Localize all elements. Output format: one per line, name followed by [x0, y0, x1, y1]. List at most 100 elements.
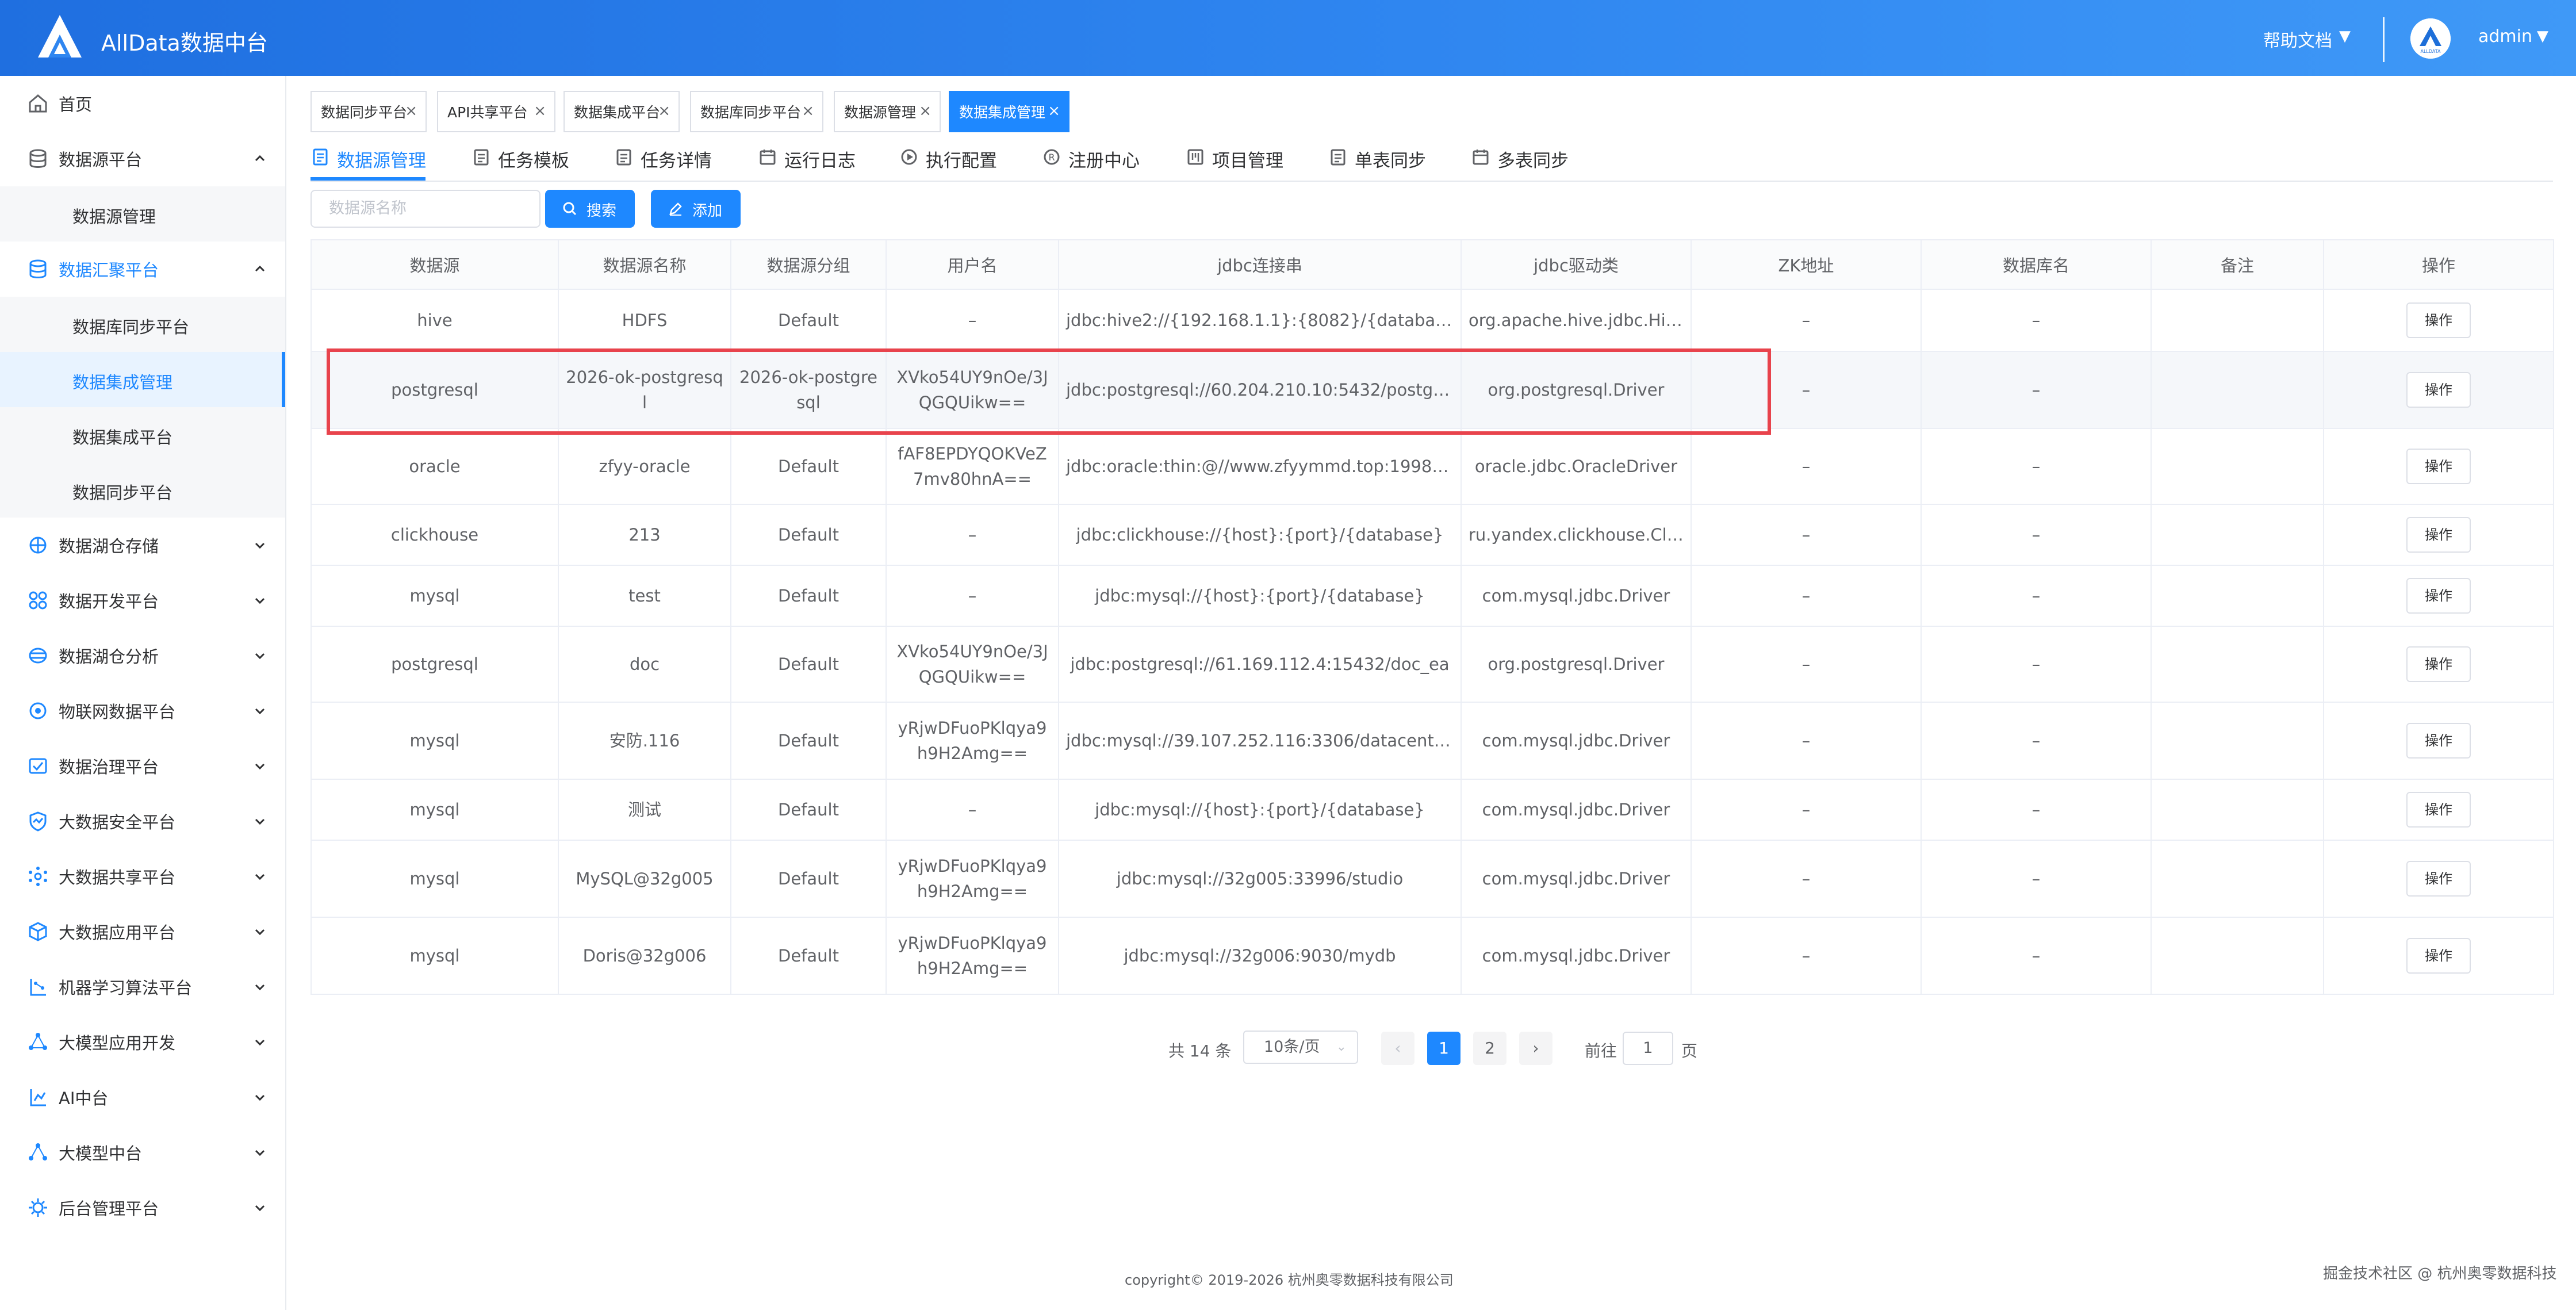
sidebar-item-ai[interactable]: AI中台 [0, 1070, 285, 1125]
row-action-button[interactable]: 操作 [2406, 517, 2471, 553]
chevron-up-icon [255, 265, 265, 272]
header-datasource: 数据源 [310, 239, 559, 290]
chevron-down-icon [255, 763, 265, 770]
close-icon[interactable]: × [919, 102, 931, 120]
row-action-button[interactable]: 操作 [2406, 861, 2471, 897]
sidebar-item-db-sync[interactable]: 数据库同步平台 [0, 297, 285, 352]
table-cell: org.postgresql.Driver [1460, 351, 1692, 429]
close-icon[interactable]: × [802, 102, 814, 120]
table-cell: Default [730, 289, 887, 352]
table-cell: HDFS [558, 289, 731, 352]
sidebar-item-sync-platform[interactable]: 数据同步平台 [0, 462, 285, 518]
close-icon[interactable]: × [658, 102, 670, 120]
page-1-button[interactable]: 1 [1427, 1032, 1460, 1065]
sidebar-item-dev-platform[interactable]: 数据开发平台 [0, 573, 285, 628]
sidebar-item-security[interactable]: 大数据安全平台 [0, 794, 285, 849]
table-cell-actions: 操作 [2323, 840, 2554, 918]
sidebar-item-label: 大数据应用平台 [59, 923, 176, 943]
admin-icon [29, 1198, 47, 1217]
sidebar-item-lakehouse-analysis[interactable]: 数据湖仓分析 [0, 628, 285, 683]
tag-sync-platform[interactable]: 数据同步平台 × [310, 91, 427, 132]
row-action-button[interactable]: 操作 [2406, 792, 2471, 828]
tag-api-share[interactable]: API共享平台 × [437, 91, 555, 132]
table-cell: 213 [558, 504, 731, 566]
table-cell-actions: 操作 [2323, 351, 2554, 429]
sidebar-item-integration-platform[interactable]: 数据集成平台 [0, 407, 285, 462]
page-size-select[interactable]: 10条/页 ⌄ [1243, 1031, 1358, 1064]
table-cell: oracle.jdbc.OracleDriver [1460, 428, 1692, 505]
watermark-text: 掘金技术社区 @ 杭州奥零数据科技 [2323, 1265, 2557, 1282]
sidebar-item-governance[interactable]: 数据治理平台 [0, 738, 285, 794]
table-cell: com.mysql.jdbc.Driver [1460, 565, 1692, 627]
sidebar-item-llm-dev[interactable]: 大模型应用开发 [0, 1014, 285, 1070]
tag-integration-manage[interactable]: 数据集成管理 × [949, 91, 1070, 132]
prev-page-button[interactable]: ‹ [1381, 1032, 1414, 1065]
sidebar-item-llm-platform[interactable]: 大模型中台 [0, 1125, 285, 1180]
table-cell: hive [310, 289, 559, 352]
sidebar-item-application[interactable]: 大数据应用平台 [0, 904, 285, 959]
sidebar-item-iot[interactable]: 物联网数据平台 [0, 683, 285, 738]
table-header-row: 数据源 数据源名称 数据源分组 用户名 jdbc连接串 jdbc驱动类 ZK地址… [310, 239, 2554, 290]
table-cell [2150, 351, 2324, 429]
row-action-button[interactable]: 操作 [2406, 372, 2471, 408]
table-cell: yRjwDFuoPKlqya9h9H2Amg== [885, 917, 1059, 995]
sidebar-item-label: 数据库同步平台 [72, 317, 190, 337]
sidebar-item-share[interactable]: 大数据共享平台 [0, 849, 285, 904]
sidebar-item-datasource-platform[interactable]: 数据源平台 [0, 131, 285, 186]
add-button[interactable]: 添加 [651, 190, 741, 228]
table-cell [2150, 565, 2324, 627]
table-cell: fAF8EPDYQOKVeZ7mv80hnA== [885, 428, 1059, 505]
chevron-down-icon [255, 708, 265, 715]
row-action-button[interactable]: 操作 [2406, 578, 2471, 614]
goto-page-input[interactable]: 1 [1623, 1032, 1673, 1065]
header-jdbc-url: jdbc连接串 [1058, 239, 1462, 290]
sidebar-item-ml[interactable]: 机器学习算法平台 [0, 959, 285, 1014]
table-cell-actions: 操作 [2323, 504, 2554, 566]
close-icon[interactable]: × [1048, 102, 1060, 120]
user-dropdown-icon[interactable]: ▼ [2537, 28, 2548, 45]
header-jdbc-driver: jdbc驱动类 [1460, 239, 1692, 290]
tag-db-sync[interactable]: 数据库同步平台 × [690, 91, 823, 132]
header-db-name: 数据库名 [1920, 239, 2152, 290]
next-page-button[interactable]: › [1519, 1032, 1552, 1065]
table-cell: MySQL@32g005 [558, 840, 731, 918]
sidebar: 首页 数据源平台 数据源管理 数据汇聚平台 数据库同步平台 数据集成管理 数据集… [0, 76, 286, 1310]
tag-integration-platform[interactable]: 数据集成平台 × [564, 91, 680, 132]
help-docs-link[interactable]: 帮助文档 [2263, 26, 2332, 52]
page-2-button[interactable]: 2 [1473, 1032, 1506, 1065]
datasource-name-search-input[interactable]: 数据源名称 [310, 190, 540, 228]
row-action-button[interactable]: 操作 [2406, 449, 2471, 484]
close-icon[interactable]: × [405, 102, 417, 120]
row-action-button[interactable]: 操作 [2406, 646, 2471, 682]
avatar[interactable]: ALLDATA [2410, 18, 2451, 59]
sidebar-item-datasource-manage[interactable]: 数据源管理 [0, 186, 285, 242]
sidebar-item-home[interactable]: 首页 [0, 76, 285, 131]
help-dropdown-icon[interactable]: ▼ [2339, 28, 2351, 45]
table-cell: mysql [310, 779, 559, 841]
page-unit-label: 页 [1681, 1041, 1698, 1060]
row-action-button[interactable]: 操作 [2406, 723, 2471, 759]
header-datasource-name: 数据源名称 [558, 239, 731, 290]
sidebar-item-data-aggregation[interactable]: 数据汇聚平台 [0, 242, 285, 297]
table-cell: ru.yandex.clickhouse.ClickHouseDriver [1460, 504, 1692, 566]
table-cell: com.mysql.jdbc.Driver [1460, 917, 1692, 995]
sidebar-item-integration-manage[interactable]: 数据集成管理 [0, 352, 285, 407]
tag-datasource-manage[interactable]: 数据源管理 × [834, 91, 941, 132]
row-action-button[interactable]: 操作 [2406, 938, 2471, 974]
table-cell: – [1920, 504, 2152, 566]
close-icon[interactable]: × [534, 102, 546, 120]
table-cell: – [1920, 779, 2152, 841]
table-cell: – [1690, 428, 1922, 505]
alldata-logo-icon[interactable] [36, 13, 84, 61]
username[interactable]: admin [2478, 26, 2532, 47]
chevron-down-icon [255, 1094, 265, 1101]
tag-label: 数据集成平台 [574, 104, 661, 121]
sidebar-item-admin[interactable]: 后台管理平台 [0, 1180, 285, 1235]
table-cell-actions: 操作 [2323, 626, 2554, 703]
sidebar-item-lakehouse-storage[interactable]: 数据湖仓存储 [0, 518, 285, 573]
chevron-down-icon: ⌄ [1336, 1040, 1347, 1054]
table-cell [2150, 504, 2324, 566]
table-row: mysql Doris@32g006 Default yRjwDFuoPKlqya9h… [310, 917, 2554, 995]
search-button[interactable]: 搜索 [545, 190, 635, 228]
row-action-button[interactable]: 操作 [2406, 302, 2471, 338]
